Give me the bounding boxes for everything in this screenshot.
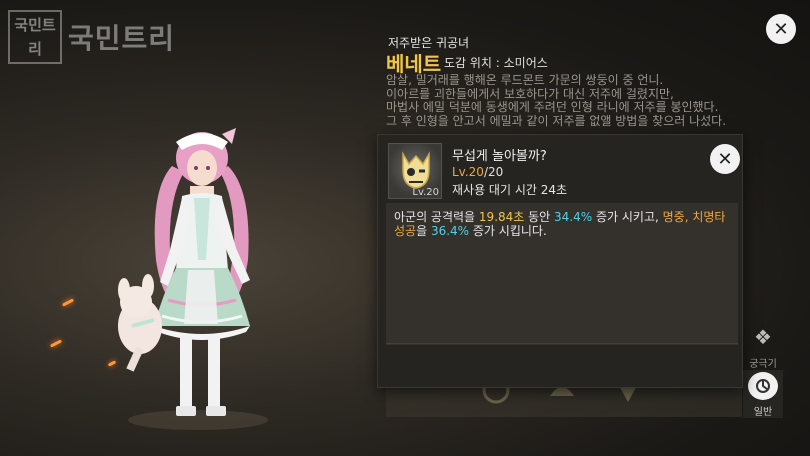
divider: [386, 343, 738, 344]
lore-line: 마법사 에밀 덕분에 동생에게 주려던 인형 라니에 저주를 봉인했다.: [386, 100, 719, 115]
character-illustration: [118, 128, 268, 430]
skill-level: Lv.20/20: [452, 165, 503, 179]
desc-text: 동안: [524, 210, 555, 224]
watermark-logo: 국민트리 국민트리: [8, 10, 188, 64]
skill-icon: Lv.20: [388, 143, 442, 199]
desc-crit-value: 36.4%: [430, 224, 470, 238]
normal-skill-tab[interactable]: 일반: [743, 370, 783, 418]
skill-level-max: /20: [483, 165, 504, 179]
desc-text: 증가 시킵니다.: [469, 224, 547, 238]
ultimate-skill-label: 궁극기: [749, 359, 777, 370]
desc-text: 을: [416, 224, 431, 238]
skill-orb-icon: [748, 372, 778, 400]
ultimate-skill-tab[interactable]: ❖ 궁극기: [743, 322, 783, 370]
codex-location: 도감 위치 : 소미어스: [444, 56, 548, 70]
skill-detail-popup: Lv.20 무섭게 놀아볼까? Lv.20/20 재사용 대기 시간 24초 ✕…: [377, 134, 743, 388]
desc-text: 증가 시키고,: [592, 210, 663, 224]
lore-text: 암살, 밀거래를 행해온 루드몬트 가문의 쌍둥이 중 언니. 이아르를 괴한들…: [386, 73, 746, 128]
popup-close-button[interactable]: ✕: [710, 144, 740, 174]
close-button[interactable]: ✕: [766, 14, 796, 44]
normal-skill-label: 일반: [753, 407, 773, 418]
desc-text: 아군의 공격력을: [394, 210, 479, 224]
ember-particle: [49, 339, 63, 348]
skill-level-current: Lv.20: [452, 165, 484, 179]
skill-name: 무섭게 놀아볼까?: [452, 149, 547, 164]
watermark-text: 국민트리: [68, 22, 176, 55]
lore-line: 암살, 밀거래를 행해온 루드몬트 가문의 쌍둥이 중 언니.: [386, 73, 664, 87]
desc-attack-value: 34.4%: [554, 210, 593, 224]
watermark-box: 국민트리: [8, 10, 62, 64]
sparkle-icon: ❖: [754, 325, 772, 349]
lore-line: 이아르를 괴한들에게서 보호하다가 대신 저주에 걸렸지만,: [386, 86, 674, 101]
close-icon: ✕: [773, 18, 789, 40]
skill-icon-level: Lv.20: [412, 187, 439, 198]
skill-cooldown: 재사용 대기 시간 24초: [452, 183, 568, 197]
ember-particle: [61, 298, 75, 307]
skill-description: 아군의 공격력을 19.84초 동안 34.4% 증가 시키고, 명중, 치명타…: [386, 203, 738, 345]
lore-line: 그 후 인형을 안고서 에밀과 같이 저주를 없앨 방법을 찾으러 나섰다.: [386, 113, 727, 128]
close-icon: ✕: [717, 148, 733, 170]
desc-duration-value: 19.84초: [478, 210, 525, 224]
